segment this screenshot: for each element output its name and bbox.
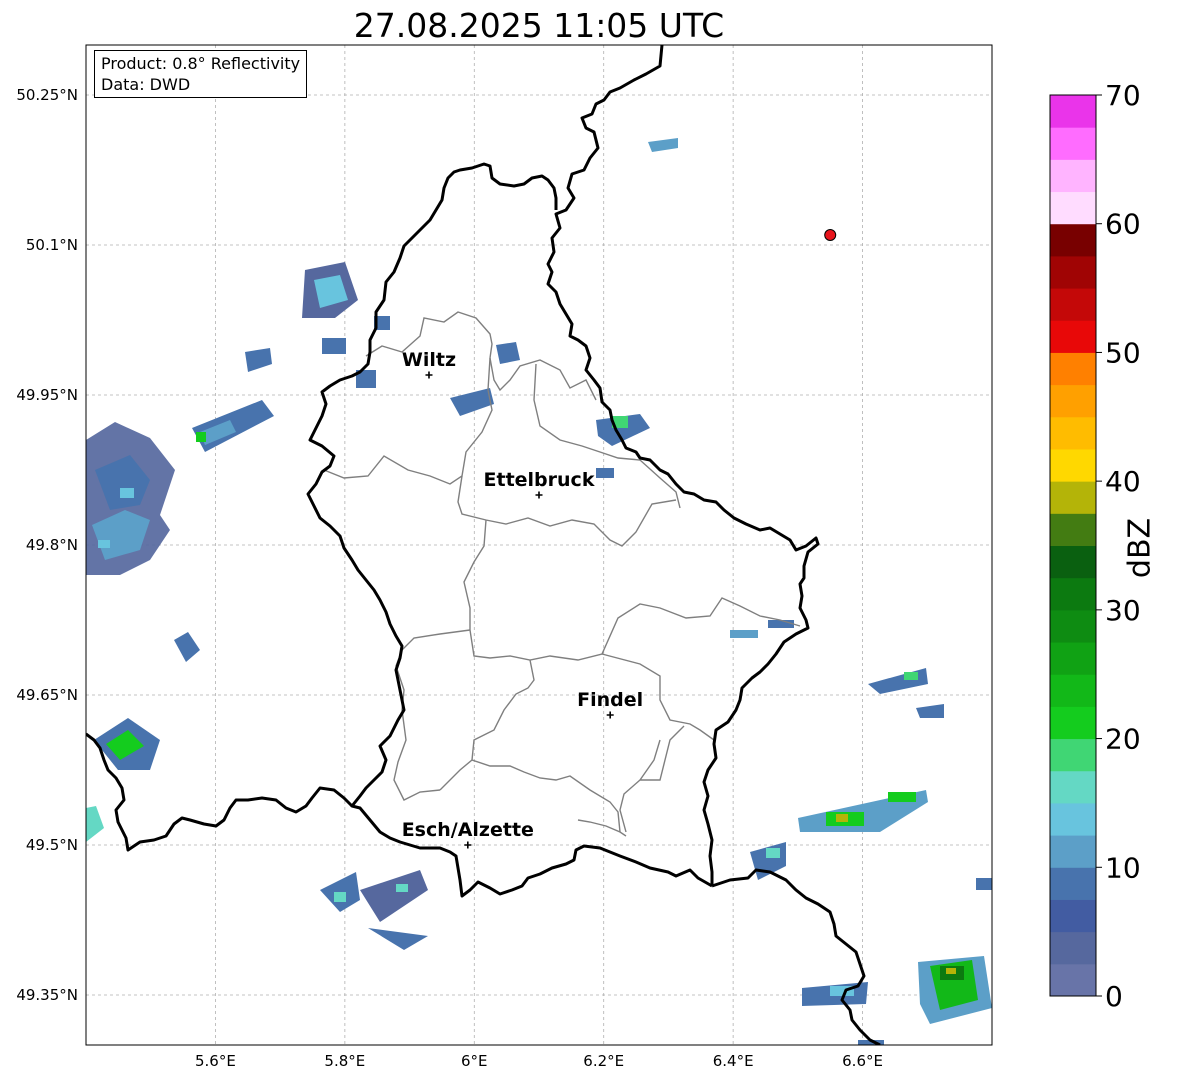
- colorbar-swatch: [1050, 127, 1096, 160]
- colorbar-tick-label: 0: [1105, 980, 1123, 1013]
- colorbar-swatch: [1050, 448, 1096, 482]
- product-info-box: Product: 0.8° Reflectivity Data: DWD: [94, 50, 308, 98]
- lat-tick-label: 50.1°N: [26, 236, 78, 254]
- radar-map-figure: Wiltz Ettelbruck Findel Esch/Alzette 50.25°…: [16, 44, 1141, 1070]
- lon-tick-label: 6.2°E: [583, 1052, 624, 1070]
- colorbar-swatch: [1050, 223, 1096, 257]
- colorbar-swatch: [1050, 963, 1096, 997]
- colorbar-swatch: [1050, 835, 1096, 868]
- colorbar-swatch: [1050, 577, 1096, 611]
- colorbar-swatch: [1050, 191, 1096, 225]
- colorbar-swatch: [1050, 481, 1096, 514]
- radar-site-marker: [824, 229, 837, 241]
- city-label: Ettelbruck: [484, 469, 595, 491]
- colorbar-swatch: [1050, 320, 1096, 353]
- colorbar-tick-label: 70: [1105, 79, 1141, 112]
- lat-tick-label: 50.25°N: [16, 86, 78, 104]
- colorbar-swatch: [1050, 352, 1096, 386]
- lon-tick-label: 6.4°E: [713, 1052, 754, 1070]
- lon-tick-label: 5.6°E: [195, 1052, 236, 1070]
- colorbar-swatch: [1050, 802, 1096, 836]
- lat-tick-label: 49.65°N: [16, 686, 78, 704]
- lon-tick-label: 6.6°E: [842, 1052, 883, 1070]
- latitude-tick-labels: 50.25°N 50.1°N 49.95°N 49.8°N 49.65°N 49.5°N 4…: [16, 86, 78, 1004]
- colorbar-swatch: [1050, 609, 1096, 643]
- colorbar-swatch: [1050, 288, 1096, 321]
- colorbar-swatch: [1050, 706, 1096, 740]
- colorbar-swatch: [1050, 642, 1096, 675]
- lat-tick-label: 49.95°N: [16, 386, 78, 404]
- lon-tick-label: 5.8°E: [324, 1052, 365, 1070]
- colorbar-tick-label: 30: [1105, 594, 1141, 627]
- city-label: Findel: [577, 689, 643, 711]
- colorbar-swatch: [1050, 931, 1096, 965]
- city-label: Wiltz: [402, 349, 456, 371]
- lat-tick-label: 49.5°N: [26, 836, 78, 854]
- colorbar-swatch: [1050, 545, 1096, 579]
- colorbar-tick-label: 10: [1105, 851, 1141, 884]
- lon-tick-label: 6°E: [461, 1052, 488, 1070]
- colorbar-tick-label: 40: [1105, 465, 1141, 498]
- colorbar-swatch: [1050, 513, 1096, 546]
- colorbar-tick-label: 60: [1105, 208, 1141, 241]
- colorbar-swatch: [1050, 159, 1096, 193]
- colorbar-tick-label: 20: [1105, 723, 1141, 756]
- product-label: Product: 0.8° Reflectivity: [101, 54, 301, 73]
- lat-tick-label: 49.35°N: [16, 986, 78, 1004]
- colorbar-swatch: [1050, 95, 1096, 128]
- city-label: Esch/Alzette: [402, 819, 534, 841]
- colorbar-swatch: [1050, 770, 1096, 804]
- colorbar-swatch: [1050, 738, 1096, 772]
- longitude-tick-labels: 5.6°E 5.8°E 6°E 6.2°E 6.4°E 6.6°E: [195, 1052, 883, 1070]
- colorbar-swatch: [1050, 384, 1096, 418]
- data-source-label: Data: DWD: [101, 75, 191, 94]
- colorbar-swatch: [1050, 255, 1096, 289]
- colorbar-tick-label: 50: [1105, 336, 1141, 369]
- colorbar-swatch: [1050, 416, 1096, 450]
- colorbar-swatch: [1050, 674, 1096, 707]
- colorbar-swatch: [1050, 867, 1096, 900]
- colorbar-unit-label: dBZ: [1122, 517, 1158, 579]
- lat-tick-label: 49.8°N: [26, 536, 78, 554]
- colorbar-swatch: [1050, 899, 1096, 933]
